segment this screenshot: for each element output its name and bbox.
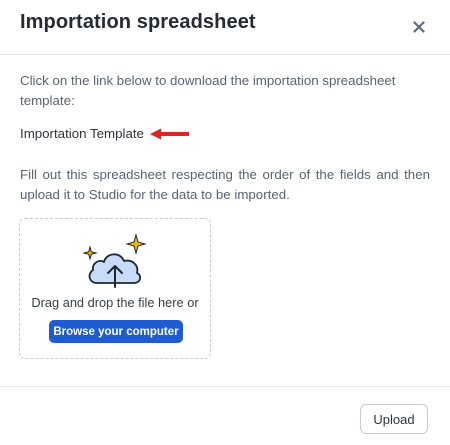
dialog-title: Importation spreadsheet	[20, 11, 256, 33]
template-link[interactable]: Importation Template	[20, 126, 144, 141]
upload-button[interactable]: Upload	[360, 404, 428, 434]
dialog-header: Importation spreadsheet	[0, 0, 450, 55]
fill-instructions: Fill out this spreadsheet respecting the…	[20, 167, 430, 202]
browse-button[interactable]: Browse your computer	[49, 320, 183, 343]
dropzone-text: Drag and drop the file here or	[31, 295, 199, 310]
cloud-upload-icon	[82, 233, 147, 288]
close-button[interactable]	[408, 16, 430, 38]
close-icon	[413, 21, 425, 33]
footer-divider	[0, 386, 450, 387]
template-link-row: Importation Template	[20, 124, 190, 142]
import-dialog: Importation spreadsheet Click on the lin…	[0, 0, 450, 445]
download-instructions: Click on the link below to download the …	[20, 73, 396, 108]
red-arrow-icon	[149, 128, 189, 139]
file-dropzone[interactable]: Drag and drop the file here or Browse yo…	[19, 218, 211, 359]
